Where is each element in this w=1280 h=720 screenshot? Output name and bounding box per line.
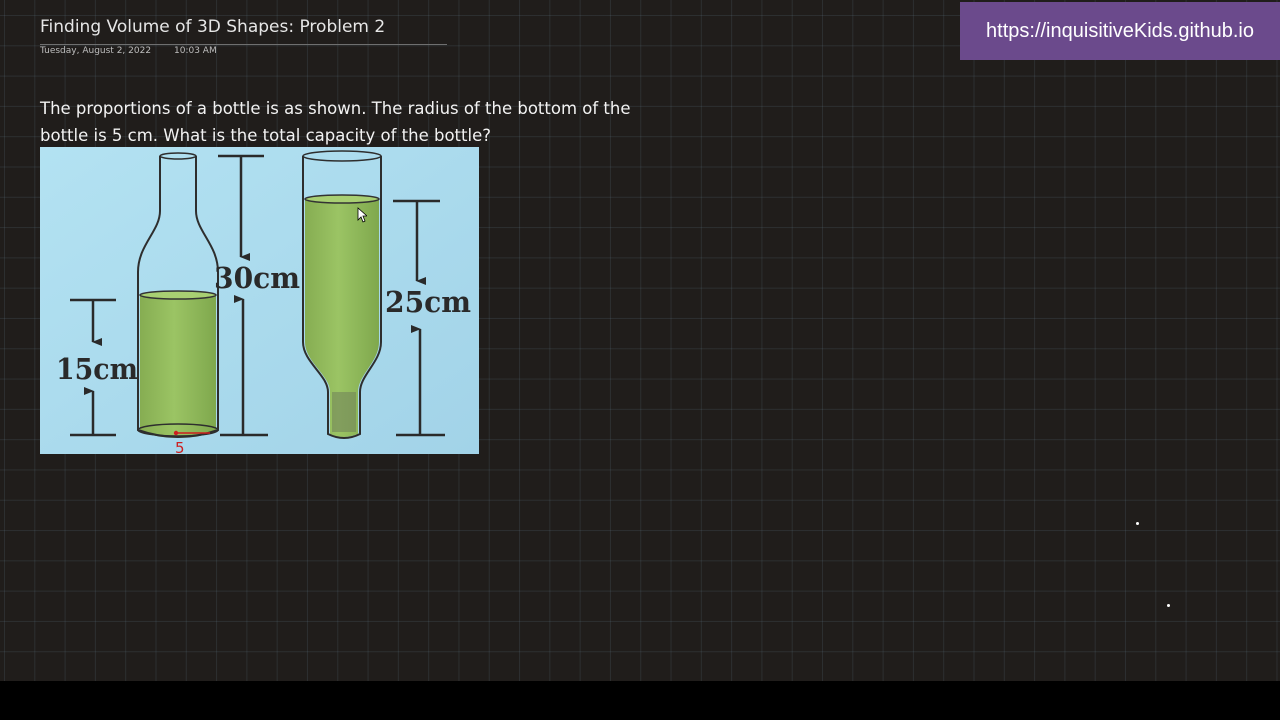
ink-dot xyxy=(1136,522,1139,525)
bottle-figure: 15cm 30cm 25cm 5 xyxy=(40,147,479,454)
page-date: Tuesday, August 2, 2022 xyxy=(40,46,152,56)
problem-question: The proportions of a bottle is as shown.… xyxy=(40,99,631,145)
label-15cm: 15cm xyxy=(56,352,138,386)
label-30cm: 30cm xyxy=(214,261,300,295)
radius-annotation-label: 5 xyxy=(175,439,185,454)
title-divider xyxy=(40,44,447,45)
label-25cm: 25cm xyxy=(385,285,471,319)
bottom-bar xyxy=(0,681,1280,720)
page-title: Finding Volume of 3D Shapes: Problem 2 xyxy=(40,17,386,37)
mouse-cursor-icon xyxy=(357,207,369,227)
url-badge: https://inquisitiveKids.github.io xyxy=(960,2,1280,60)
ink-dot xyxy=(1167,604,1170,607)
page-time: 10:03 AM xyxy=(174,46,217,56)
